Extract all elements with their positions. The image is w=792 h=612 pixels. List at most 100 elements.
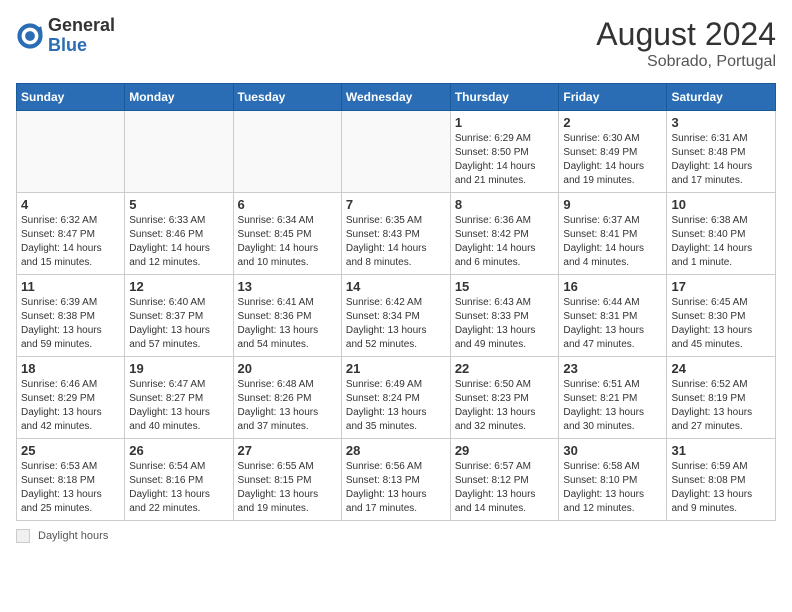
- day-number: 31: [671, 443, 771, 458]
- day-number: 8: [455, 197, 555, 212]
- calendar-cell: 1 Sunrise: 6:29 AM Sunset: 8:50 PM Daylig…: [450, 111, 559, 193]
- day-info: Sunrise: 6:36 AM Sunset: 8:42 PM Dayligh…: [455, 214, 555, 270]
- calendar-cell: [233, 111, 341, 193]
- day-number: 16: [563, 279, 662, 294]
- day-number: 28: [346, 443, 446, 458]
- calendar-cell: 21 Sunrise: 6:49 AM Sunset: 8:24 PM Dayli…: [341, 357, 450, 439]
- day-info: Sunrise: 6:53 AM Sunset: 8:18 PM Dayligh…: [21, 460, 120, 516]
- day-info: Sunrise: 6:42 AM Sunset: 8:34 PM Dayligh…: [346, 296, 446, 352]
- calendar-cell: 11 Sunrise: 6:39 AM Sunset: 8:38 PM Dayli…: [17, 275, 125, 357]
- logo-blue: Blue: [48, 35, 87, 55]
- day-number: 27: [238, 443, 337, 458]
- calendar-cell: 26 Sunrise: 6:54 AM Sunset: 8:16 PM Dayli…: [125, 439, 233, 521]
- day-info: Sunrise: 6:32 AM Sunset: 8:47 PM Dayligh…: [21, 214, 120, 270]
- day-number: 13: [238, 279, 337, 294]
- day-info: Sunrise: 6:44 AM Sunset: 8:31 PM Dayligh…: [563, 296, 662, 352]
- calendar-cell: 5Sunrise: 6:33 AM Sunset: 8:46 PM Daylig…: [125, 193, 233, 275]
- day-number: 2: [563, 115, 662, 130]
- calendar-cell: 16 Sunrise: 6:44 AM Sunset: 8:31 PM Dayli…: [559, 275, 667, 357]
- calendar-cell: 10Sunrise: 6:38 AM Sunset: 8:40 PM Dayli…: [667, 193, 776, 275]
- day-number: 19: [129, 361, 228, 376]
- calendar-cell: 13 Sunrise: 6:41 AM Sunset: 8:36 PM Dayli…: [233, 275, 341, 357]
- day-info: Sunrise: 6:58 AM Sunset: 8:10 PM Dayligh…: [563, 460, 662, 516]
- day-info: Sunrise: 6:52 AM Sunset: 8:19 PM Dayligh…: [671, 378, 771, 434]
- calendar-cell: [17, 111, 125, 193]
- day-info: Sunrise: 6:40 AM Sunset: 8:37 PM Dayligh…: [129, 296, 228, 352]
- day-info: Sunrise: 6:47 AM Sunset: 8:27 PM Dayligh…: [129, 378, 228, 434]
- day-info: Sunrise: 6:55 AM Sunset: 8:15 PM Dayligh…: [238, 460, 337, 516]
- day-info: Sunrise: 6:30 AM Sunset: 8:49 PM Dayligh…: [563, 132, 662, 188]
- day-info: Sunrise: 6:45 AM Sunset: 8:30 PM Dayligh…: [671, 296, 771, 352]
- calendar-cell: 30 Sunrise: 6:58 AM Sunset: 8:10 PM Dayli…: [559, 439, 667, 521]
- calendar-cell: 31Sunrise: 6:59 AM Sunset: 8:08 PM Dayli…: [667, 439, 776, 521]
- month-year: August 2024: [596, 16, 776, 53]
- day-number: 24: [671, 361, 771, 376]
- day-info: Sunrise: 6:57 AM Sunset: 8:12 PM Dayligh…: [455, 460, 555, 516]
- calendar-cell: 20Sunrise: 6:48 AM Sunset: 8:26 PM Dayli…: [233, 357, 341, 439]
- day-number: 23: [563, 361, 662, 376]
- day-number: 12: [129, 279, 228, 294]
- calendar-week-row: 11 Sunrise: 6:39 AM Sunset: 8:38 PM Dayli…: [17, 275, 776, 357]
- logo-icon: [16, 22, 44, 50]
- day-number: 20: [238, 361, 337, 376]
- calendar-header-row: SundayMondayTuesdayWednesdayThursdayFrid…: [17, 84, 776, 111]
- calendar-cell: 25 Sunrise: 6:53 AM Sunset: 8:18 PM Dayli…: [17, 439, 125, 521]
- calendar-cell: [341, 111, 450, 193]
- day-info: Sunrise: 6:38 AM Sunset: 8:40 PM Dayligh…: [671, 214, 771, 270]
- title-block: August 2024 Sobrado, Portugal: [596, 16, 776, 71]
- day-number: 15: [455, 279, 555, 294]
- day-info: Sunrise: 6:29 AM Sunset: 8:50 PM Dayligh…: [455, 132, 555, 188]
- calendar-day-header: Saturday: [667, 84, 776, 111]
- day-number: 22: [455, 361, 555, 376]
- calendar-week-row: 25 Sunrise: 6:53 AM Sunset: 8:18 PM Dayli…: [17, 439, 776, 521]
- day-info: Sunrise: 6:39 AM Sunset: 8:38 PM Dayligh…: [21, 296, 120, 352]
- day-number: 1: [455, 115, 555, 130]
- calendar-cell: 9 Sunrise: 6:37 AM Sunset: 8:41 PM Daylig…: [559, 193, 667, 275]
- day-info: Sunrise: 6:34 AM Sunset: 8:45 PM Dayligh…: [238, 214, 337, 270]
- legend-box: [16, 529, 30, 543]
- calendar-cell: 18Sunrise: 6:46 AM Sunset: 8:29 PM Dayli…: [17, 357, 125, 439]
- day-number: 29: [455, 443, 555, 458]
- calendar-cell: 7Sunrise: 6:35 AM Sunset: 8:43 PM Daylig…: [341, 193, 450, 275]
- legend-label: Daylight hours: [38, 530, 108, 542]
- day-number: 11: [21, 279, 120, 294]
- calendar-cell: 3 Sunrise: 6:31 AM Sunset: 8:48 PM Daylig…: [667, 111, 776, 193]
- calendar-cell: 12 Sunrise: 6:40 AM Sunset: 8:37 PM Dayli…: [125, 275, 233, 357]
- legend: Daylight hours: [16, 529, 776, 543]
- day-number: 25: [21, 443, 120, 458]
- calendar-cell: 6 Sunrise: 6:34 AM Sunset: 8:45 PM Daylig…: [233, 193, 341, 275]
- calendar-cell: 27 Sunrise: 6:55 AM Sunset: 8:15 PM Dayli…: [233, 439, 341, 521]
- day-number: 26: [129, 443, 228, 458]
- calendar-cell: 17 Sunrise: 6:45 AM Sunset: 8:30 PM Dayli…: [667, 275, 776, 357]
- day-info: Sunrise: 6:49 AM Sunset: 8:24 PM Dayligh…: [346, 378, 446, 434]
- day-number: 17: [671, 279, 771, 294]
- day-info: Sunrise: 6:31 AM Sunset: 8:48 PM Dayligh…: [671, 132, 771, 188]
- calendar-day-header: Friday: [559, 84, 667, 111]
- day-info: Sunrise: 6:54 AM Sunset: 8:16 PM Dayligh…: [129, 460, 228, 516]
- day-number: 21: [346, 361, 446, 376]
- day-number: 4: [21, 197, 120, 212]
- calendar-day-header: Thursday: [450, 84, 559, 111]
- day-info: Sunrise: 6:56 AM Sunset: 8:13 PM Dayligh…: [346, 460, 446, 516]
- day-number: 30: [563, 443, 662, 458]
- calendar-week-row: 1 Sunrise: 6:29 AM Sunset: 8:50 PM Daylig…: [17, 111, 776, 193]
- calendar-cell: 19 Sunrise: 6:47 AM Sunset: 8:27 PM Dayli…: [125, 357, 233, 439]
- calendar-cell: 24 Sunrise: 6:52 AM Sunset: 8:19 PM Dayli…: [667, 357, 776, 439]
- calendar-cell: 23Sunrise: 6:51 AM Sunset: 8:21 PM Dayli…: [559, 357, 667, 439]
- day-number: 6: [238, 197, 337, 212]
- calendar-cell: 14 Sunrise: 6:42 AM Sunset: 8:34 PM Dayli…: [341, 275, 450, 357]
- calendar-day-header: Sunday: [17, 84, 125, 111]
- day-info: Sunrise: 6:43 AM Sunset: 8:33 PM Dayligh…: [455, 296, 555, 352]
- page-header: General Blue August 2024 Sobrado, Portug…: [16, 16, 776, 71]
- day-number: 3: [671, 115, 771, 130]
- day-number: 14: [346, 279, 446, 294]
- calendar-week-row: 18Sunrise: 6:46 AM Sunset: 8:29 PM Dayli…: [17, 357, 776, 439]
- day-info: Sunrise: 6:33 AM Sunset: 8:46 PM Dayligh…: [129, 214, 228, 270]
- day-info: Sunrise: 6:46 AM Sunset: 8:29 PM Dayligh…: [21, 378, 120, 434]
- day-info: Sunrise: 6:41 AM Sunset: 8:36 PM Dayligh…: [238, 296, 337, 352]
- day-info: Sunrise: 6:37 AM Sunset: 8:41 PM Dayligh…: [563, 214, 662, 270]
- day-number: 9: [563, 197, 662, 212]
- calendar-day-header: Monday: [125, 84, 233, 111]
- calendar-day-header: Wednesday: [341, 84, 450, 111]
- calendar-cell: 8 Sunrise: 6:36 AM Sunset: 8:42 PM Daylig…: [450, 193, 559, 275]
